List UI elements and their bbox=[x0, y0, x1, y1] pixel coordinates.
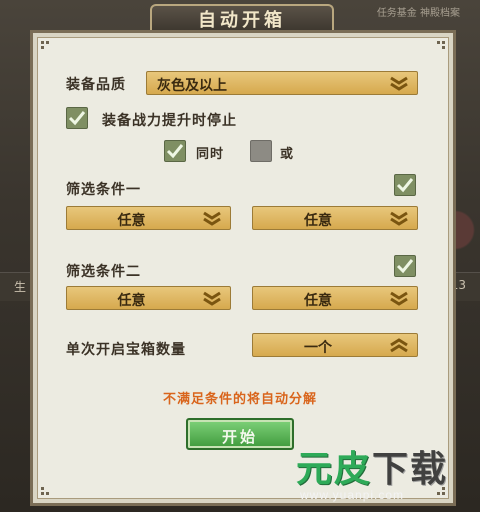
filter1-right-dropdown[interactable]: 任意 bbox=[252, 206, 418, 230]
watermark-logo-a: 元皮 bbox=[296, 449, 373, 490]
double-chevron-down-icon bbox=[203, 291, 221, 306]
or-checkbox[interactable] bbox=[250, 140, 272, 162]
count-value: 一个 bbox=[304, 340, 332, 356]
corner-ornament bbox=[41, 487, 49, 495]
start-button-label: 开始 bbox=[221, 428, 258, 446]
filter1-checkbox[interactable] bbox=[394, 174, 416, 196]
double-chevron-down-icon bbox=[203, 211, 221, 226]
checkmark-icon bbox=[68, 111, 86, 126]
double-chevron-up-icon bbox=[390, 338, 408, 353]
stop-on-power-up-label: 装备战力提升时停止 bbox=[102, 113, 237, 129]
filter2-label: 筛选条件二 bbox=[66, 264, 141, 280]
corner-ornament bbox=[437, 41, 445, 49]
site-watermark: 元皮下载 www.yuanpi.com bbox=[286, 440, 476, 510]
filter1-left-dropdown[interactable]: 任意 bbox=[66, 206, 231, 230]
watermark-logo-b: 下载 bbox=[372, 449, 449, 490]
quality-value: 灰色及以上 bbox=[157, 78, 227, 94]
count-dropdown[interactable]: 一个 bbox=[252, 333, 418, 357]
and-label: 同时 bbox=[196, 147, 225, 162]
double-chevron-down-icon bbox=[390, 291, 408, 306]
quality-label: 装备品质 bbox=[66, 77, 126, 93]
stop-on-power-up-checkbox[interactable] bbox=[66, 107, 88, 129]
count-label: 单次开启宝箱数量 bbox=[66, 342, 186, 358]
or-label: 或 bbox=[280, 147, 295, 162]
filter2-left-dropdown[interactable]: 任意 bbox=[66, 286, 231, 310]
checkmark-icon bbox=[166, 144, 184, 159]
checkmark-icon bbox=[396, 259, 414, 274]
double-chevron-down-icon bbox=[390, 76, 408, 91]
background-left-text: 生 bbox=[14, 280, 27, 294]
watermark-url: www.yuanpi.com bbox=[300, 488, 405, 502]
title-bar: 自动开箱 bbox=[0, 0, 480, 32]
corner-ornament bbox=[41, 41, 49, 49]
filter1-label: 筛选条件一 bbox=[66, 182, 141, 198]
start-button[interactable]: 开始 bbox=[186, 418, 294, 450]
checkmark-icon bbox=[396, 178, 414, 193]
dialog-title: 自动开箱 bbox=[198, 10, 286, 31]
filter1-left-value: 任意 bbox=[117, 213, 146, 229]
quality-dropdown[interactable]: 灰色及以上 bbox=[146, 71, 418, 95]
filter2-checkbox[interactable] bbox=[394, 255, 416, 277]
filter2-left-value: 任意 bbox=[117, 293, 146, 309]
and-checkbox[interactable] bbox=[164, 140, 186, 162]
filter2-right-dropdown[interactable]: 任意 bbox=[252, 286, 418, 310]
double-chevron-down-icon bbox=[390, 211, 408, 226]
watermark-logo: 元皮下载 bbox=[296, 440, 448, 492]
filter1-right-value: 任意 bbox=[304, 213, 332, 229]
filter2-right-value: 任意 bbox=[304, 293, 332, 309]
warning-text: 不满足条件的将自动分解 bbox=[162, 392, 317, 407]
